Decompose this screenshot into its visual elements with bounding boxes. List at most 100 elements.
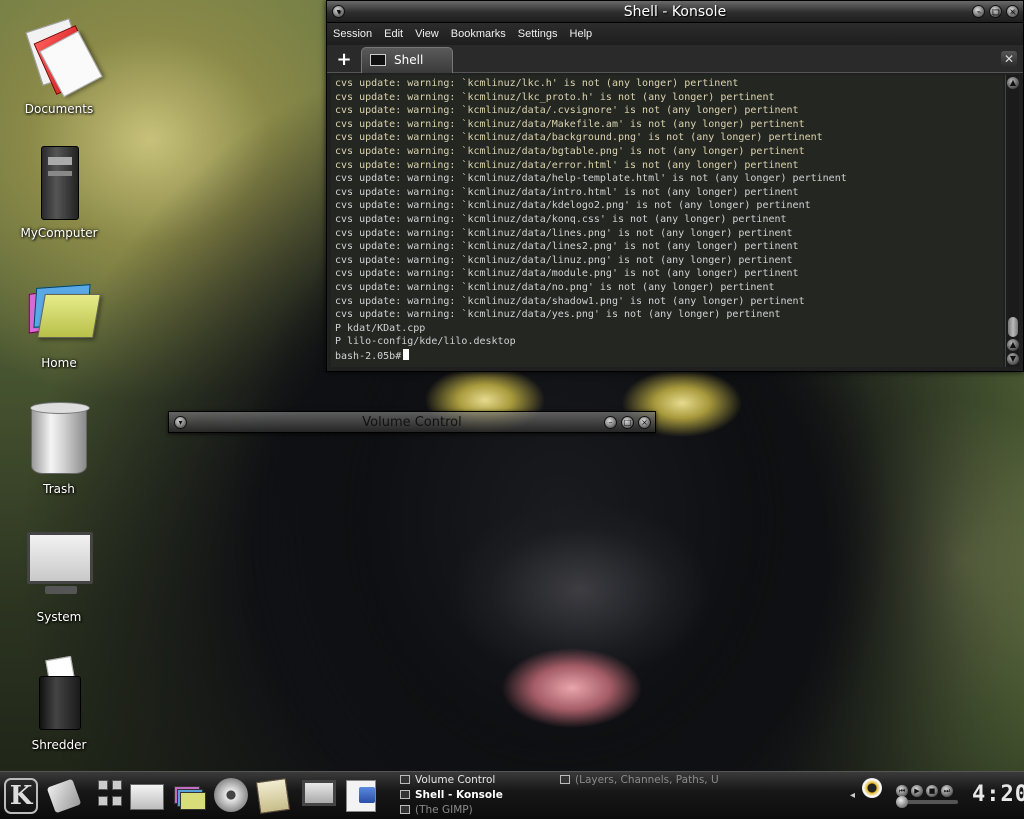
vertical-scrollbar[interactable]: ▲ ▲ ▼ bbox=[1005, 75, 1019, 367]
terminal-line: cvs update: warning: `kcmlinuz/data/kdel… bbox=[335, 200, 811, 212]
terminal-line: cvs update: warning: `kcmlinuz/data/back… bbox=[335, 132, 823, 144]
desktop-icon-system[interactable]: System bbox=[14, 526, 104, 646]
menu-bar: Session Edit View Bookmarks Settings Hel… bbox=[327, 23, 1023, 45]
terminal-output[interactable]: cvs update: warning: `kcmlinuz/lkc.h' is… bbox=[331, 75, 1003, 367]
minimize-button[interactable]: – bbox=[604, 416, 617, 429]
tab-bar: + Shell ✕ bbox=[327, 45, 1023, 73]
desktop-icon-label: Home bbox=[41, 356, 77, 370]
close-button[interactable]: × bbox=[1006, 5, 1019, 18]
text-document-icon[interactable] bbox=[255, 778, 291, 814]
desktop-icon-mycomputer[interactable]: MyComputer bbox=[14, 142, 104, 262]
task-label: (The GIMP) bbox=[415, 804, 473, 816]
terminal-line: P kdat/KDat.cpp bbox=[335, 322, 426, 334]
tray-expand-arrow-icon[interactable]: ◂ bbox=[850, 790, 855, 801]
tab-shell[interactable]: Shell bbox=[361, 47, 453, 73]
desktop-icon-documents[interactable]: Documents bbox=[14, 18, 104, 138]
close-button[interactable]: × bbox=[638, 416, 651, 429]
gimp-icon bbox=[400, 805, 410, 814]
terminal-line: cvs update: warning: `kcmlinuz/data/erro… bbox=[335, 159, 799, 171]
menu-settings[interactable]: Settings bbox=[518, 28, 558, 40]
menu-help[interactable]: Help bbox=[570, 28, 593, 40]
cd-player-icon[interactable] bbox=[214, 778, 248, 812]
computer-tower-icon bbox=[19, 142, 99, 222]
close-tab-icon[interactable]: ✕ bbox=[1001, 51, 1017, 67]
terminal-line: cvs update: warning: `kcmlinuz/data/linu… bbox=[335, 254, 793, 266]
gimp-icon bbox=[560, 775, 570, 784]
terminal-line: cvs update: warning: `kcmlinuz/data/.cvs… bbox=[335, 105, 799, 117]
terminal-line: cvs update: warning: `kcmlinuz/lkc_proto… bbox=[335, 91, 775, 103]
window-panel-icon[interactable] bbox=[130, 784, 164, 810]
media-position-slider[interactable] bbox=[896, 796, 958, 808]
text-editor-icon[interactable] bbox=[346, 780, 376, 812]
task-konsole[interactable]: Shell - Konsole bbox=[400, 788, 503, 803]
scroll-up-arrow-icon[interactable]: ▲ bbox=[1007, 77, 1019, 89]
pen-tool-icon[interactable] bbox=[46, 778, 82, 814]
documents-icon bbox=[19, 18, 103, 98]
terminal-line: cvs update: warning: `kcmlinuz/data/line… bbox=[335, 241, 799, 253]
terminal-line: cvs update: warning: `kcmlinuz/data/yes.… bbox=[335, 309, 781, 321]
menu-view[interactable]: View bbox=[415, 28, 439, 40]
konsole-titlebar[interactable]: ▾ Shell - Konsole – □ × bbox=[327, 1, 1023, 23]
desktop-icon-label: Shredder bbox=[31, 738, 87, 752]
task-volume-control[interactable]: Volume Control bbox=[400, 773, 495, 788]
terminal-line: P lilo-config/kde/lilo.desktop bbox=[335, 336, 516, 348]
next-track-icon[interactable]: ⏭ bbox=[941, 785, 953, 797]
slider-knob[interactable] bbox=[896, 796, 908, 808]
task-gimp-layers[interactable]: (Layers, Channels, Paths, U bbox=[560, 773, 719, 788]
task-label: Volume Control bbox=[415, 774, 496, 786]
scroll-up-arrow-icon[interactable]: ▲ bbox=[1007, 339, 1019, 351]
window-title: Shell - Konsole bbox=[623, 4, 727, 20]
konsole-window: ▾ Shell - Konsole – □ × Session Edit Vie… bbox=[326, 0, 1024, 372]
task-gimp[interactable]: (The GIMP) bbox=[400, 803, 473, 818]
trash-can-icon bbox=[19, 398, 99, 478]
home-folder-icon[interactable] bbox=[172, 778, 208, 814]
terminal-line: cvs update: warning: `kcmlinuz/lkc.h' is… bbox=[335, 78, 739, 89]
terminal-line: cvs update: warning: `kcmlinuz/data/no.p… bbox=[335, 281, 775, 293]
task-label: Shell - Konsole bbox=[415, 789, 503, 801]
shredder-icon bbox=[19, 654, 99, 734]
desktop-icon-shredder[interactable]: Shredder bbox=[14, 654, 104, 774]
terminal-line: cvs update: warning: `kcmlinuz/data/line… bbox=[335, 227, 793, 239]
stop-icon[interactable]: ■ bbox=[926, 785, 938, 797]
task-label: (Layers, Channels, Paths, U bbox=[575, 774, 719, 786]
terminal-line: cvs update: warning: `kcmlinuz/data/intr… bbox=[335, 186, 799, 198]
menu-session[interactable]: Session bbox=[333, 28, 372, 40]
home-folder-icon bbox=[19, 272, 101, 352]
minimize-button[interactable]: – bbox=[972, 5, 985, 18]
volume-mixer-icon[interactable] bbox=[862, 778, 882, 798]
desktop-icon-label: MyComputer bbox=[20, 226, 98, 240]
speaker-icon bbox=[400, 775, 410, 784]
k-menu-button[interactable]: K bbox=[4, 778, 38, 814]
terminal-line: cvs update: warning: `kcmlinuz/data/modu… bbox=[335, 268, 799, 280]
play-icon[interactable]: ▶ bbox=[911, 785, 923, 797]
terminal-icon bbox=[400, 790, 410, 799]
scroll-down-arrow-icon[interactable]: ▼ bbox=[1007, 353, 1019, 365]
menu-bookmarks[interactable]: Bookmarks bbox=[451, 28, 506, 40]
monitor-icon[interactable] bbox=[302, 780, 336, 806]
clock[interactable]: 4:20 bbox=[972, 782, 1024, 807]
terminal-line: cvs update: warning: `kcmlinuz/data/konq… bbox=[335, 213, 787, 225]
desktop-icon-label: System bbox=[36, 610, 82, 624]
shell-prompt: bash-2.05b# bbox=[335, 350, 402, 362]
new-tab-plus-icon[interactable]: + bbox=[333, 51, 355, 69]
terminal-line: cvs update: warning: `kcmlinuz/data/shad… bbox=[335, 295, 805, 307]
tools-icon[interactable] bbox=[98, 778, 126, 814]
terminal-line: cvs update: warning: `kcmlinuz/data/help… bbox=[335, 173, 847, 185]
terminal-prompt-line[interactable]: bash-2.05b# bbox=[335, 348, 999, 364]
terminal-icon bbox=[370, 54, 386, 66]
maximize-button[interactable]: □ bbox=[621, 416, 634, 429]
volume-control-window[interactable]: ▾ Volume Control – □ × bbox=[168, 411, 656, 433]
maximize-button[interactable]: □ bbox=[989, 5, 1002, 18]
desktop-icon-home[interactable]: Home bbox=[14, 272, 104, 392]
terminal-line: cvs update: warning: `kcmlinuz/data/Make… bbox=[335, 118, 805, 130]
window-menu-button[interactable]: ▾ bbox=[174, 416, 187, 429]
monitor-icon bbox=[19, 526, 99, 606]
taskbar: K Volume Control Shell - Konsole (The GI… bbox=[0, 771, 1024, 819]
scrollbar-thumb[interactable] bbox=[1008, 317, 1018, 337]
terminal-line: cvs update: warning: `kcmlinuz/data/bgta… bbox=[335, 145, 805, 157]
menu-edit[interactable]: Edit bbox=[384, 28, 403, 40]
desktop-icon-trash[interactable]: Trash bbox=[14, 398, 104, 518]
tab-label: Shell bbox=[394, 53, 424, 67]
window-menu-button[interactable]: ▾ bbox=[332, 5, 345, 18]
desktop-icon-label: Documents bbox=[24, 102, 94, 116]
